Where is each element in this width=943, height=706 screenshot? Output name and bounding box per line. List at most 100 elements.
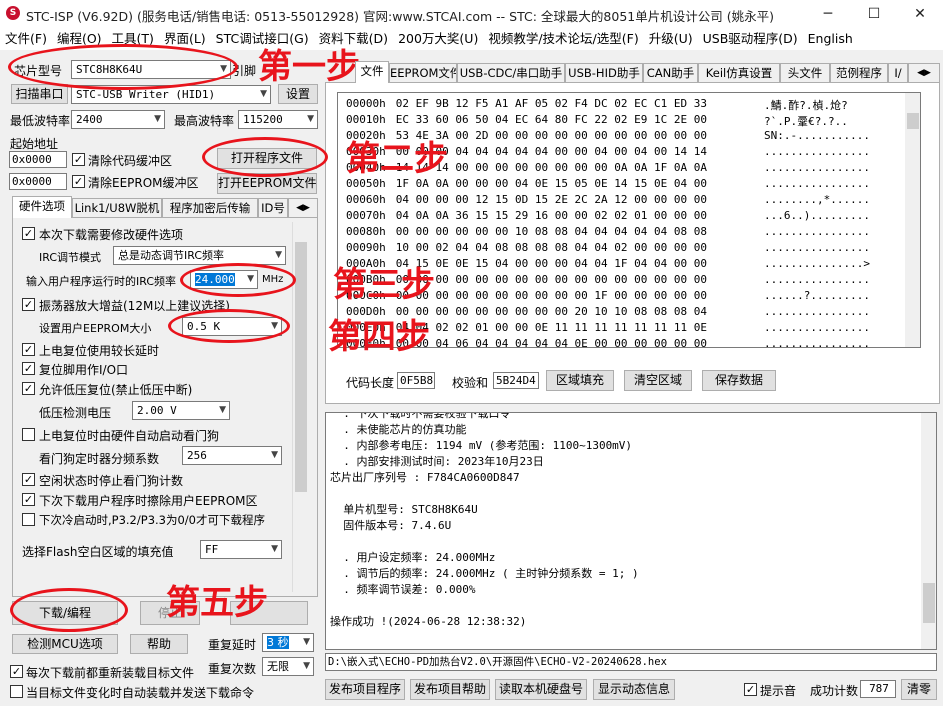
max-baud-select[interactable]: 115200 ▼ <box>238 110 318 129</box>
hex-bytes[interactable]: 00 00 00 00 00 00 00 00 00 00 00 00 00 0… <box>396 273 707 286</box>
tab-file[interactable]: 文件 <box>355 61 389 83</box>
close-button[interactable]: ✕ <box>897 0 943 28</box>
tab-examples[interactable]: 范例程序 <box>830 63 888 83</box>
step5-label: 第五步 <box>166 583 268 623</box>
fill-value-label: 选择Flash空白区域的填充值 <box>22 545 174 559</box>
beep-label: 提示音 <box>760 684 797 698</box>
help-button[interactable]: 帮助 <box>130 634 188 654</box>
tab-keil[interactable]: Keil仿真设置 <box>698 63 780 83</box>
hex-bytes[interactable]: 00 00 00 00 00 00 00 00 00 00 1F 00 00 0… <box>396 289 707 302</box>
hex-viewer[interactable]: 00000h 02 EF 9B 12 F5 A1 AF 05 02 F4 DC 0… <box>337 92 921 348</box>
erase-eeprom-checkbox[interactable]: ✓ <box>22 493 35 506</box>
tab-eeprom-file[interactable]: EEPROM文件 <box>389 63 457 83</box>
scrollbar-thumb[interactable] <box>295 242 307 492</box>
tab-can[interactable]: CAN助手 <box>643 63 698 83</box>
low-voltage-select[interactable]: 2.00 V ▼ <box>132 401 230 420</box>
hex-bytes[interactable]: 02 EF 9B 12 F5 A1 AF 05 02 F4 DC 02 EC C… <box>396 97 707 110</box>
hex-bytes[interactable]: 00 00 00 00 00 00 10 08 08 04 04 04 04 0… <box>396 225 707 238</box>
hex-ascii: ?`.P.鞷€?.?.. <box>764 115 848 128</box>
beep-checkbox[interactable]: ✓ <box>744 683 757 696</box>
tab-more[interactable]: I/ <box>888 63 908 83</box>
hex-bytes[interactable]: 04 04 02 02 01 00 00 0E 11 11 11 11 11 1… <box>396 321 707 334</box>
tab-hardware[interactable]: 硬件选项 <box>12 196 72 218</box>
hex-bytes[interactable]: 00 00 00 00 00 00 00 00 00 20 10 10 08 0… <box>396 305 707 318</box>
read-disk-serial-button[interactable]: 读取本机硬盘号 <box>495 679 587 700</box>
menu-usb-driver[interactable]: USB驱动程序(D) <box>698 28 803 50</box>
file-path: D:\嵌入式\ECHO-PD加热台V2.0\开源固件\ECHO-V2-20240… <box>325 653 937 671</box>
publish-help-button[interactable]: 发布项目帮助 <box>410 679 490 700</box>
clear-area-button[interactable]: 清空区域 <box>624 370 692 391</box>
publish-project-button[interactable]: 发布项目程序 <box>325 679 405 700</box>
hex-bytes[interactable]: 04 00 00 00 12 15 0D 15 2E 2C 2A 12 00 0… <box>396 193 707 206</box>
clear-count-button[interactable]: 清零 <box>901 679 937 700</box>
wdt-divider-select[interactable]: 256 ▼ <box>182 446 282 465</box>
fill-value-select[interactable]: FF ▼ <box>200 540 282 559</box>
hex-row: 00090h 10 00 02 04 04 08 08 08 08 04 04 0… <box>346 241 870 257</box>
hex-ascii: ...6..)......... <box>764 209 870 222</box>
hex-bytes[interactable]: 00 00 04 06 04 04 04 04 04 0E 00 00 00 0… <box>396 337 707 347</box>
reload-checkbox[interactable]: ✓ <box>10 665 23 678</box>
menu-english[interactable]: English <box>803 28 858 50</box>
log-line: . 调节后的频率: 24.000MHz ( 主时钟分频系数 = 1; ) <box>330 567 639 580</box>
hex-ascii: ................ <box>764 225 870 238</box>
auto-load-checkbox[interactable] <box>10 685 23 698</box>
log-scrollbar[interactable] <box>921 413 936 649</box>
hex-row: 00050h 1F 0A 0A 00 00 00 04 0E 15 05 0E 1… <box>346 177 870 193</box>
step3-circle <box>180 263 296 297</box>
show-dynamic-button[interactable]: 显示动态信息 <box>593 679 675 700</box>
hex-scrollbar[interactable] <box>905 93 920 347</box>
window-title: STC-ISP (V6.92D) (服务电话/销售电话: 0513-550129… <box>26 9 774 24</box>
hw-wdt-checkbox[interactable] <box>22 428 35 441</box>
eeprom-addr-input[interactable]: 0x0000 <box>9 173 67 190</box>
hex-ascii: ................ <box>764 145 870 158</box>
detect-mcu-button[interactable]: 检测MCU选项 <box>12 634 118 654</box>
menu-video[interactable]: 视频教学/技术论坛/选型(F) <box>483 28 643 50</box>
tab-link1[interactable]: Link1/U8W脱机 <box>72 198 162 218</box>
modify-hardware-checkbox[interactable]: ✓ <box>22 227 35 240</box>
clear-eeprom-checkbox[interactable]: ✓ <box>72 175 85 188</box>
tab-scroll-arrows[interactable]: ◀▶ <box>908 63 940 83</box>
clear-eeprom-label: 清除EEPROM缓冲区 <box>88 176 199 190</box>
osc-gain-checkbox[interactable]: ✓ <box>22 298 35 311</box>
tab-usb-cdc[interactable]: USB-CDC/串口助手 <box>457 63 565 83</box>
tab-id[interactable]: ID号 <box>258 198 288 218</box>
scrollbar-thumb[interactable] <box>923 583 935 623</box>
fill-area-button[interactable]: 区域填充 <box>546 370 614 391</box>
p32-checkbox[interactable] <box>22 513 35 526</box>
tab-encrypt[interactable]: 程序加密后传输 <box>162 198 258 218</box>
irc-mode-select[interactable]: 总是动态调节IRC频率 ▼ <box>113 246 286 265</box>
hex-bytes[interactable]: 10 00 02 04 04 08 08 08 08 04 04 02 00 0… <box>396 241 707 254</box>
por-delay-checkbox[interactable]: ✓ <box>22 343 35 356</box>
idle-wdt-checkbox[interactable]: ✓ <box>22 473 35 486</box>
hex-address: 00010h <box>346 113 386 126</box>
code-addr-input[interactable]: 0x0000 <box>9 151 67 168</box>
save-data-button[interactable]: 保存数据 <box>702 370 776 391</box>
tab-usb-hid[interactable]: USB-HID助手 <box>565 63 643 83</box>
tab-header[interactable]: 头文件 <box>780 63 830 83</box>
repeat-count-select[interactable]: 无限 ▼ <box>262 657 314 676</box>
min-baud-select[interactable]: 2400 ▼ <box>71 110 165 129</box>
hex-bytes[interactable]: 04 15 0E 0E 15 04 00 00 00 04 04 1F 04 0… <box>396 257 707 270</box>
start-addr-label: 起始地址 <box>10 137 59 151</box>
repeat-delay-select[interactable]: 3 秒 ▼ <box>262 633 314 652</box>
hex-bytes[interactable]: 04 0A 0A 36 15 15 29 16 00 00 02 02 01 0… <box>396 209 707 222</box>
output-log[interactable]: . 下次下载时不需要校验下载口令 . 未使能芯片的仿真功能 . 内部参考电压: … <box>325 412 937 650</box>
hex-ascii: ................ <box>764 305 870 318</box>
menu-upgrade[interactable]: 升级(U) <box>644 28 698 50</box>
menu-file[interactable]: 文件(F) <box>0 28 52 50</box>
scrollbar-thumb[interactable] <box>907 113 919 129</box>
menu-prize[interactable]: 200万大奖(U) <box>393 28 483 50</box>
maximize-button[interactable]: ☐ <box>851 0 897 28</box>
settings-button[interactable]: 设置 <box>278 84 318 104</box>
hex-bytes[interactable]: EC 33 60 06 50 04 EC 64 80 FC 22 02 E9 1… <box>396 113 707 126</box>
clear-code-checkbox[interactable]: ✓ <box>72 153 85 166</box>
auto-load-label: 当目标文件变化时自动装载并发送下载命令 <box>26 686 255 700</box>
scan-port-button[interactable]: 扫描串口 <box>11 84 68 104</box>
lvr-checkbox[interactable]: ✓ <box>22 382 35 395</box>
idle-wdt-label: 空闲状态时停止看门狗计数 <box>39 474 184 488</box>
hex-ascii: ........,*...... <box>764 193 870 206</box>
reset-io-checkbox[interactable]: ✓ <box>22 362 35 375</box>
minimize-button[interactable]: ─ <box>805 0 851 28</box>
tab-scroll-arrows[interactable]: ◀▶ <box>288 198 318 218</box>
step1-circle <box>8 44 238 90</box>
